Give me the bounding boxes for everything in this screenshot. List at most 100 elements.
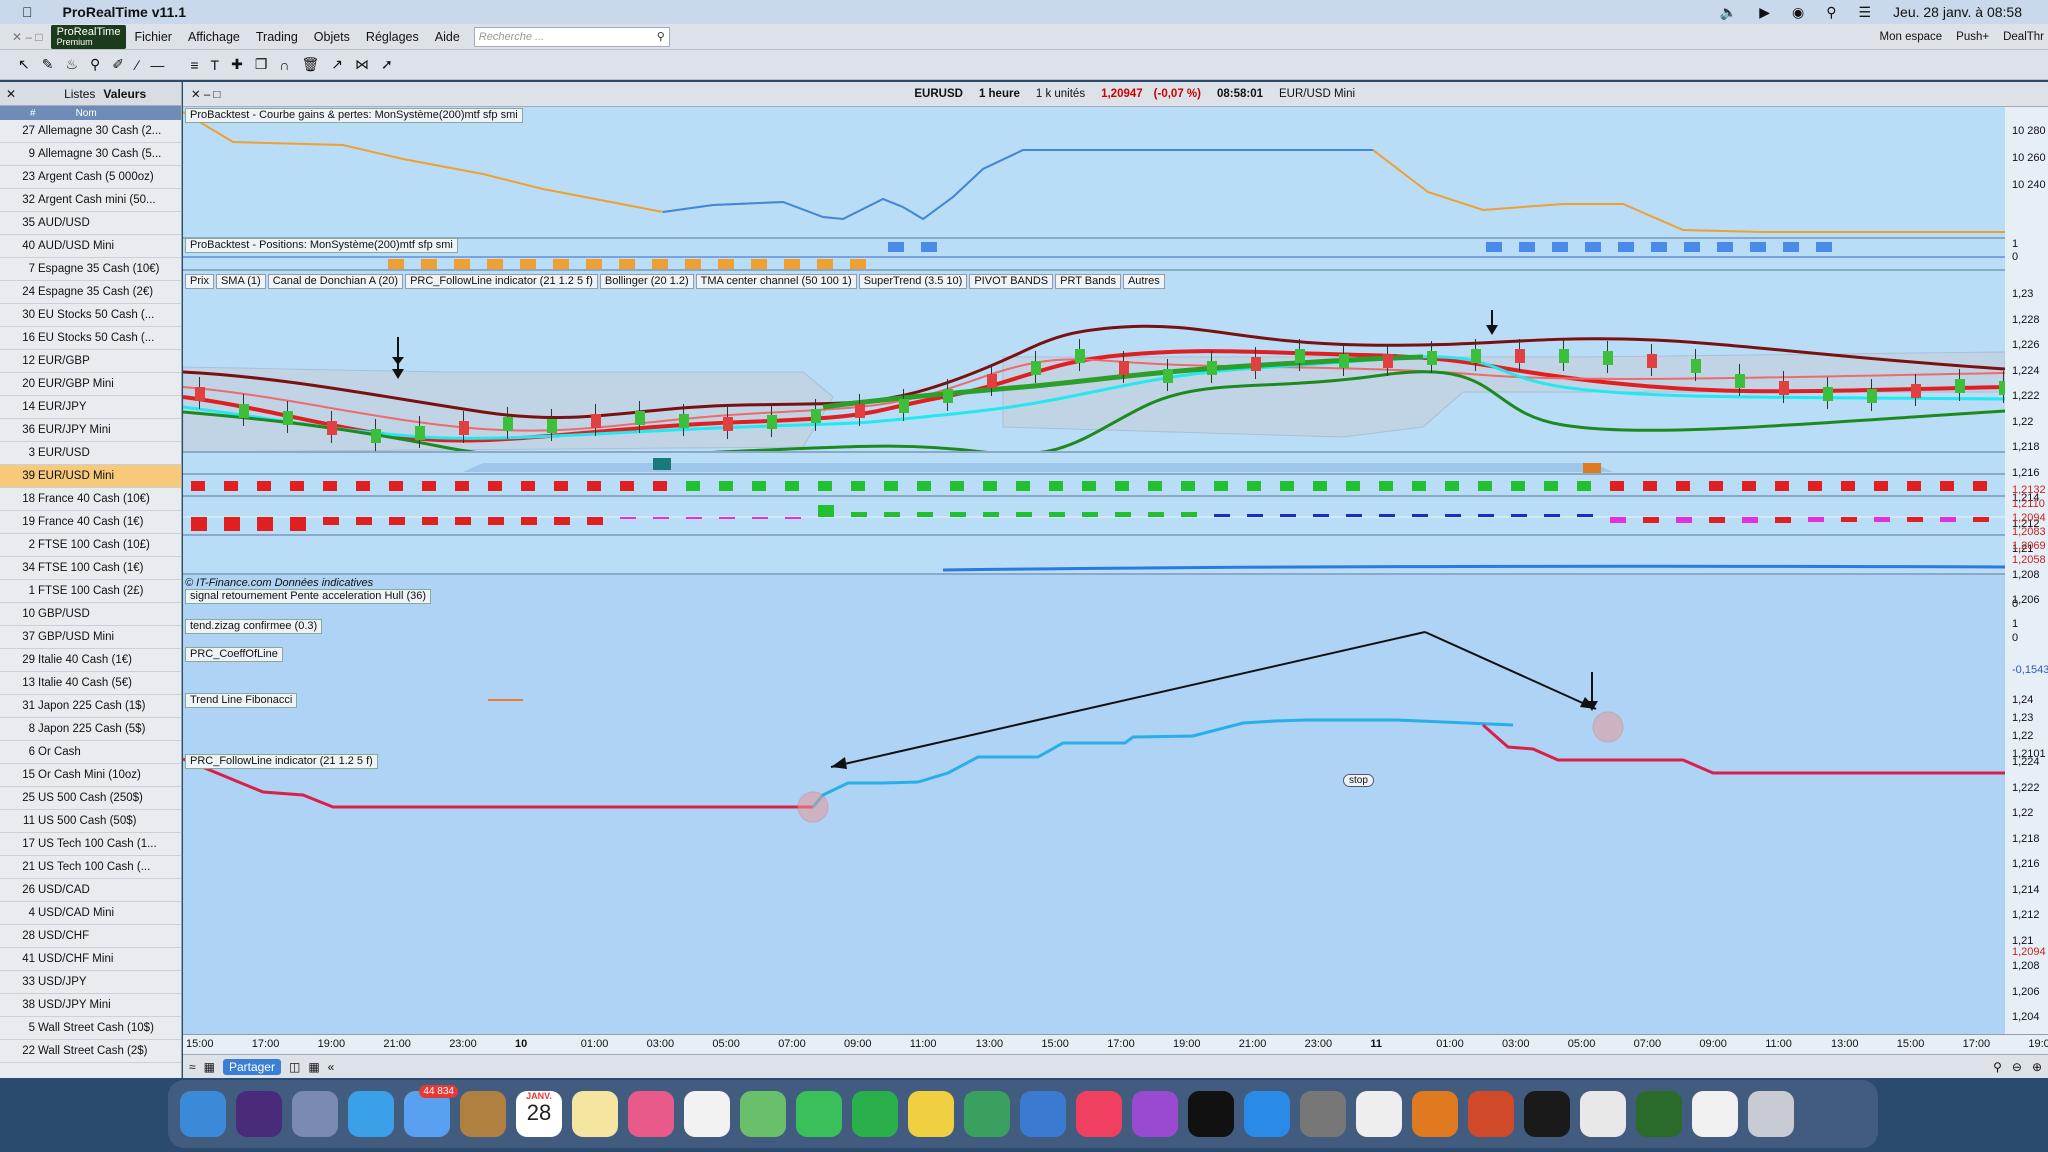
numbers-icon[interactable] [964,1091,1010,1137]
appstore-icon[interactable] [1244,1091,1290,1137]
mail-icon[interactable]: 44 834 [404,1085,458,1137]
share-button[interactable]: Partager [222,1058,281,1075]
mon-espace-button[interactable]: Mon espace [1880,31,1943,43]
list-item[interactable]: 4 USD/CAD Mini [0,902,181,925]
magnifier-icon[interactable]: ⚲ [657,30,665,43]
push-button[interactable]: Push+ [1956,31,1989,43]
trend-icon[interactable]: ↗ [331,56,343,73]
signal-panel-title[interactable]: signal retournement Pente acceleration H… [185,589,432,604]
list-item[interactable]: 24 Espagne 35 Cash (2€) [0,281,181,304]
music-icon[interactable] [1076,1091,1122,1137]
menu-aide[interactable]: Aide [427,30,468,44]
menu-reglages[interactable]: Réglages [358,30,427,44]
podcasts-icon[interactable] [1132,1091,1178,1137]
ind-tma[interactable]: TMA center channel (50 100 1) [695,273,857,289]
coeff-panel-title[interactable]: PRC_CoeffOfLine [185,647,283,662]
symbol-select[interactable]: EURUSD [910,87,967,101]
pattern-icon[interactable]: ⋈ [355,56,369,73]
ind-pivot[interactable]: PIVOT BANDS [969,273,1054,289]
ind-supertrend[interactable]: SuperTrend (3.5 10) [858,273,968,289]
tab-listes[interactable]: Listes [64,87,95,101]
list-item[interactable]: 38 USD/JPY Mini [0,994,181,1017]
tv-icon[interactable] [1188,1091,1234,1137]
apple-icon[interactable]:  [22,4,33,20]
list-item[interactable]: 37 GBP/USD Mini [0,626,181,649]
list-item[interactable]: 23 Argent Cash (5 000oz) [0,166,181,189]
positions-panel-title[interactable]: ProBacktest - Positions: MonSystème(200)… [185,238,458,253]
interval-select[interactable]: 1 heure [975,87,1024,101]
powerpoint-icon[interactable] [1468,1091,1514,1137]
menu-trading[interactable]: Trading [248,30,306,44]
list-item[interactable]: 17 US Tech 100 Cash (1... [0,833,181,856]
list-item[interactable]: 20 EUR/GBP Mini [0,373,181,396]
followline-panel-title[interactable]: PRC_FollowLine indicator (21 1.2 5 f) [185,754,378,769]
bell-icon[interactable]: ♨ [65,56,78,73]
list-item[interactable]: 29 Italie 40 Cash (1€) [0,649,181,672]
list-item[interactable]: 41 USD/CHF Mini [0,948,181,971]
search-icon[interactable]: ⚲ [1826,4,1836,21]
column-name[interactable]: Nom [76,108,97,119]
zigzag-panel-title[interactable]: tend.zizag confirmee (0.3) [185,619,323,634]
ind-followline[interactable]: PRC_FollowLine indicator (21 1.2 5 f) [405,273,598,289]
list-item[interactable]: 12 EUR/GBP [0,350,181,373]
list-item[interactable]: 35 AUD/USD [0,212,181,235]
list-item[interactable]: 16 EU Stocks 50 Cash (... [0,327,181,350]
user-icon[interactable]: ◉ [1792,4,1804,21]
facetime-icon[interactable] [852,1091,898,1137]
close-chart-icon[interactable]: ✕ – □ [191,87,220,101]
copy-icon[interactable]: ❐ [255,56,268,73]
list-item[interactable]: 18 France 40 Cash (10€) [0,488,181,511]
search-input[interactable]: Recherche ... ⚲ [473,26,670,47]
tab-valeurs[interactable]: Valeurs [103,87,146,101]
window-controls[interactable]: ✕ – □ [12,30,43,44]
clock[interactable]: Jeu. 28 janv. à 08:58 [1893,4,2022,20]
chart-type-icon[interactable]: ≈ [189,1060,196,1074]
ind-bollinger[interactable]: Bollinger (20 1.2) [599,273,694,289]
list-item[interactable]: 21 US Tech 100 Cash (... [0,856,181,879]
list-item[interactable]: 27 Allemagne 30 Cash (2... [0,120,181,143]
list-item[interactable]: 39 EUR/USD Mini [0,465,181,488]
list-item[interactable]: 28 USD/CHF [0,925,181,948]
textedit-icon[interactable] [1356,1091,1402,1137]
list-item[interactable]: 33 USD/JPY [0,971,181,994]
list-item[interactable]: 6 Or Cash [0,741,181,764]
volume-icon[interactable]: 🔈 [1720,4,1737,21]
ruler-icon[interactable]: ✎ [42,56,54,73]
list-item[interactable]: 25 US 500 Cash (250$) [0,787,181,810]
list-item[interactable]: 2 FTSE 100 Cash (10£) [0,534,181,557]
notes-icon[interactable] [572,1091,618,1137]
list-item[interactable]: 5 Wall Street Cash (10$) [0,1017,181,1040]
ind-autres[interactable]: Autres [1122,273,1165,289]
pointer-icon[interactable]: ↖ [18,56,30,73]
terminal-icon[interactable] [1524,1091,1570,1137]
zoom-in-icon[interactable]: ⊕ [2032,1060,2042,1074]
settings-icon[interactable] [1300,1091,1346,1137]
prorealtime-icon[interactable] [1636,1091,1682,1137]
list-item[interactable]: 31 Japon 225 Cash (1$) [0,695,181,718]
zoom-fit-icon[interactable]: ⚲ [1993,1060,2002,1074]
pages-icon[interactable] [908,1091,954,1137]
text-icon[interactable]: T [211,57,220,73]
layout-icon[interactable]: ◫ [289,1060,300,1074]
ind-donchian[interactable]: Canal de Donchian A (20) [267,273,404,289]
list-item[interactable]: 13 Italie 40 Cash (5€) [0,672,181,695]
contacts-icon[interactable] [460,1091,506,1137]
list-item[interactable]: 22 Wall Street Cash (2$) [0,1040,181,1063]
ind-prix[interactable]: Prix [185,273,214,289]
list-item[interactable]: 7 Espagne 35 Cash (10€) [0,258,181,281]
list-item[interactable]: 34 FTSE 100 Cash (1€) [0,557,181,580]
move-icon[interactable]: ✚ [231,56,243,73]
back-icon[interactable]: « [328,1060,335,1074]
list-item[interactable]: 32 Argent Cash mini (50... [0,189,181,212]
safari-icon[interactable] [348,1091,394,1137]
calendar-icon[interactable]: JANV. 28 [516,1091,562,1137]
ind-sma[interactable]: SMA (1) [215,273,266,289]
column-hash[interactable]: # [30,108,36,119]
control-center-icon[interactable]: ☰ [1858,4,1871,21]
bluetooth-icon[interactable]: ▶ [1759,4,1770,21]
trash-icon[interactable]: 🗑 [301,56,319,73]
list-item[interactable]: 15 Or Cash Mini (10oz) [0,764,181,787]
close-icon[interactable]: ✕ [6,87,16,101]
equity-panel-title[interactable]: ProBacktest - Courbe gains & pertes: Mon… [185,108,523,123]
units-select[interactable]: 1 k unités [1032,87,1089,101]
